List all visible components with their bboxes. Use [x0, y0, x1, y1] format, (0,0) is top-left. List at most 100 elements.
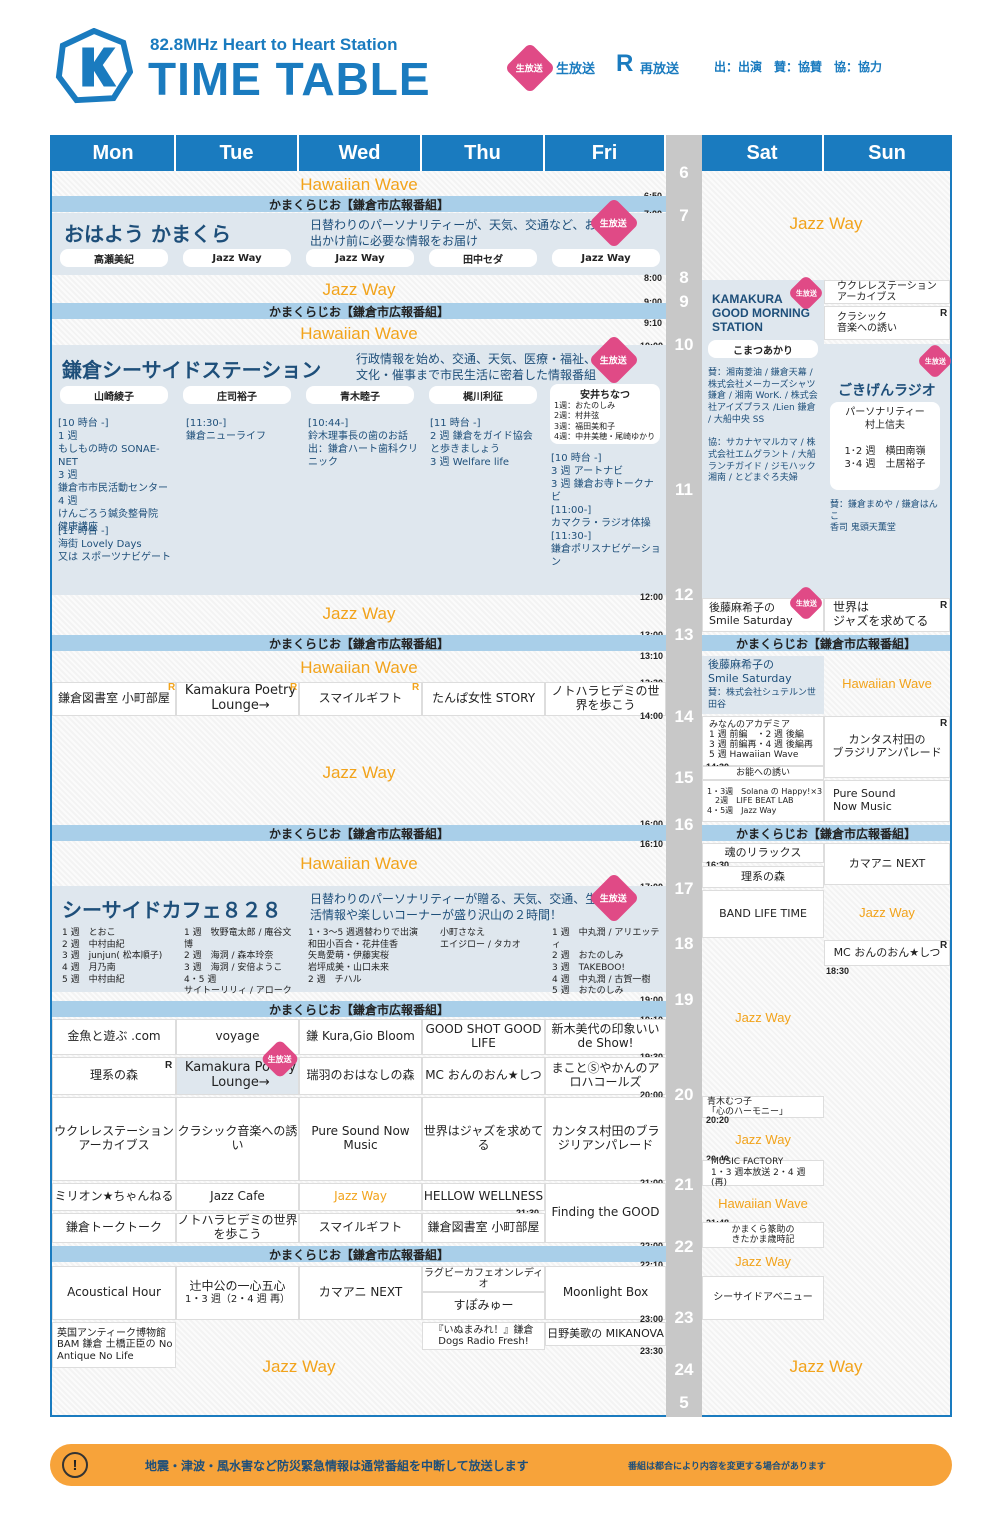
- cafe-wed: 1・3～5 週週替わりで出演 和田小百合・花井佳香 矢島愛萌・伊藤実桜 岩坪成美…: [308, 928, 419, 985]
- host-pill: 庄司裕子: [183, 386, 291, 404]
- program-cell[interactable]: お能への誘い: [702, 766, 824, 780]
- program-cell[interactable]: Kamakura Poetry Lounge→: [176, 682, 299, 716]
- program-cell[interactable]: GOOD SHOT GOOD LIFE: [422, 1019, 545, 1055]
- hour-label: 14: [674, 707, 694, 726]
- program-cell[interactable]: シーサイドアベニュー: [702, 1276, 824, 1320]
- program-cell[interactable]: ウクレレステーションアーカイブス: [52, 1097, 176, 1181]
- rerun-mark-icon: R: [168, 682, 176, 693]
- program-cell[interactable]: カンタス村田の ブラジリアンパレード: [824, 716, 950, 778]
- program-cell[interactable]: 鎌倉図書室 小町部屋: [422, 1213, 545, 1243]
- hour-label: 22: [674, 1237, 694, 1256]
- program-cell[interactable]: Jazz Cafe: [176, 1183, 299, 1211]
- program-cell[interactable]: 辻中公の一心五心 1・3 週（2・4 週 再）: [176, 1266, 299, 1320]
- legend-rerun: 再放送: [640, 62, 680, 77]
- hour-label: 10: [674, 335, 694, 354]
- rerun-mark-icon: R: [290, 682, 298, 693]
- program-cell[interactable]: みなんのアカデミア 1 週 前編 ・2 週 後編 3 週 前編再・4 週 後編再…: [702, 716, 824, 766]
- program-cell[interactable]: 理系の森: [52, 1057, 176, 1095]
- program-cell[interactable]: かまくら篆助の きたかま歳時記: [702, 1222, 824, 1248]
- rerun-mark-icon: R: [940, 940, 948, 951]
- legend-live: 生放送: [556, 62, 596, 77]
- program-cell[interactable]: 英国アンティーク博物館 BAM 鎌倉 土橋正臣の No Antique No L…: [52, 1322, 176, 1368]
- host-pill: 田中セダ: [429, 249, 537, 267]
- program-cell[interactable]: カマアニ NEXT: [824, 843, 950, 885]
- program-cell[interactable]: 世界は ジャズを求めてる: [824, 598, 950, 632]
- host-pill: 山崎綾子: [60, 386, 168, 404]
- hour-label: 13: [674, 625, 694, 644]
- cafe-thu: 小町さなえ エイジロー / タカオ: [440, 928, 521, 950]
- program-cell[interactable]: BAND LIFE TIME: [702, 890, 824, 938]
- hour-label: 15: [674, 768, 694, 787]
- time-mark: 16:10: [640, 839, 664, 849]
- program-cell[interactable]: スマイルギフト: [299, 682, 422, 716]
- rerun-mark-icon: R: [165, 1060, 173, 1071]
- program-cell[interactable]: たんぱ女性 STORY: [422, 682, 545, 716]
- program-cell[interactable]: 新木美代の印象いいde Show!: [545, 1019, 666, 1055]
- host-pill: Jazz Way: [183, 249, 291, 267]
- program-cell[interactable]: 鎌倉図書室 小町部屋: [52, 682, 176, 716]
- host-pill: こまつあかり: [708, 340, 818, 358]
- page-title: TIME TABLE: [148, 53, 431, 105]
- hour-label: 20: [674, 1085, 694, 1104]
- cafe-tue: 1 週 牧野竜太郎 / 庵谷文博 2 週 海洞 / 森本玲奈 3 週 海洞 / …: [184, 928, 292, 997]
- program-cell[interactable]: Pure Sound Now Music: [299, 1097, 422, 1181]
- koho-band: かまくらじお【鎌倉市広報番組】: [52, 303, 666, 319]
- koho-band: かまくらじお【鎌倉市広報番組】: [52, 635, 666, 651]
- program-cell[interactable]: ウクレレステーション アーカイブス: [824, 280, 950, 304]
- seaside-mon: [10 時台 -] 1 週 もしもの時の SONAE-NET 3 週 鎌倉市市民…: [58, 418, 168, 533]
- rerun-mark-icon: R: [940, 718, 948, 729]
- program-cell[interactable]: クラシック音楽への誘い: [176, 1097, 299, 1181]
- program-cell[interactable]: 日野美歌の MIKANOVA: [545, 1322, 666, 1346]
- cafe-title: シーサイドカフェ８２８: [62, 898, 282, 922]
- program-cell[interactable]: カンタス村田のブラジリアンパレード: [545, 1097, 666, 1181]
- hour-label: 19: [674, 990, 694, 1009]
- program-cell[interactable]: スマイルギフト: [299, 1213, 422, 1243]
- program-cell[interactable]: 『いぬまみれ！』鎌倉 Dogs Radio Fresh!: [422, 1322, 545, 1350]
- program-cell[interactable]: HELLOW WELLNESS: [422, 1183, 545, 1211]
- time-mark: 12:00: [640, 592, 664, 602]
- koho-band: かまくらじお【鎌倉市広報番組】: [52, 196, 666, 212]
- hawaiian-wave: Hawaiian Wave: [300, 324, 418, 343]
- jazz-way: Jazz Way: [322, 280, 396, 299]
- program-cell[interactable]: 鎌倉トークトーク: [52, 1213, 176, 1243]
- station-logo: [55, 28, 133, 104]
- program-title: 辻中公の一心五心: [189, 1279, 286, 1294]
- day-tue: Tue: [176, 135, 299, 171]
- program-cell[interactable]: 世界はジャズを求めてる: [422, 1097, 545, 1181]
- fri-weeks: 1週：おたのしみ 2週：村井弦 3週：福田美和子 4週：中井美穂・尾崎ゆかり: [554, 401, 656, 442]
- sun-gokigen-sponsor: 賛：鎌倉まめや / 鎌倉はんこ 香司 鬼頭天薫堂: [830, 500, 938, 534]
- fri-host-box: 安井ちなつ 1週：おたのしみ 2週：村井弦 3週：福田美和子 4週：中井美穂・尾…: [550, 384, 660, 444]
- host-name: 安井ちなつ: [580, 390, 630, 401]
- program-cell[interactable]: Jazz Way: [299, 1183, 422, 1211]
- program-cell[interactable]: MC おんのおん★しつ: [422, 1057, 545, 1095]
- host-pill: 青木睦子: [306, 386, 414, 404]
- program-cell[interactable]: ノトハラヒデミの世界を歩こう: [176, 1213, 299, 1243]
- hawaiian-wave: Hawaiian Wave: [300, 175, 418, 194]
- program-cell[interactable]: 瑞羽のおはなしの森: [299, 1057, 422, 1095]
- jazz-way: Jazz Way: [859, 905, 915, 920]
- program-cell[interactable]: Acoustical Hour: [52, 1266, 176, 1320]
- program-cell[interactable]: カマアニ NEXT: [299, 1266, 422, 1320]
- program-cell[interactable]: MUSIC FACTORY 1・3 週本放送 2・4 週 (再): [702, 1157, 824, 1188]
- host-pill: 高瀬美紀: [60, 249, 168, 267]
- day-mon: Mon: [52, 135, 176, 171]
- program-cell[interactable]: ラグビーカフェオンレディオ: [422, 1266, 545, 1292]
- program-cell[interactable]: 鎌 Kura,Gio Bloom: [299, 1019, 422, 1055]
- program-cell[interactable]: 金魚と遊ぶ .com: [52, 1019, 176, 1055]
- time-mark: 18:30: [826, 966, 850, 976]
- program-cell[interactable]: MC おんのおん★しつ: [824, 940, 950, 966]
- jazz-way: Jazz Way: [322, 763, 396, 782]
- program-cell[interactable]: ミリオン★ちゃんねる: [52, 1183, 176, 1211]
- jazz-way: Jazz Way: [262, 1357, 336, 1376]
- legend-credits: 出：出演 賛：協賛 協：協力: [714, 60, 883, 74]
- program-cell[interactable]: Finding the GOOD: [545, 1183, 666, 1243]
- hawaiian-wave: Hawaiian Wave: [300, 658, 418, 677]
- program-cell[interactable]: 1・3週 Solana の Happy!×3 2週 LIFE BEAT LAB …: [702, 780, 824, 822]
- hawaiian-wave: Hawaiian Wave: [718, 1196, 808, 1211]
- program-cell[interactable]: 理系の森: [702, 866, 824, 888]
- program-cell[interactable]: Pure Sound Now Music: [824, 780, 950, 822]
- program-cell[interactable]: Moonlight Box: [545, 1266, 666, 1320]
- koho-band: かまくらじお【鎌倉市広報番組】: [52, 825, 666, 841]
- program-cell[interactable]: クラシック 音楽への誘い: [824, 306, 950, 340]
- program-cell[interactable]: すぽみゅー: [422, 1292, 545, 1320]
